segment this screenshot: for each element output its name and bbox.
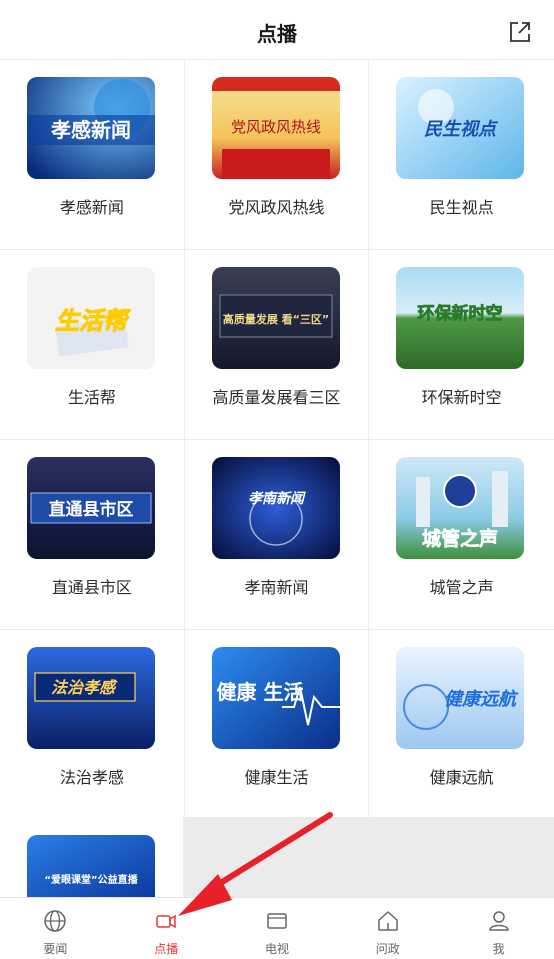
program-thumbnail: 党风政风热线 [211, 77, 340, 179]
program-thumbnail: “爱眼课堂”公益直播 [27, 835, 155, 897]
program-thumbnail: 健康 生活 [211, 647, 340, 749]
program-thumbnail: 孝南新闻 [211, 457, 340, 559]
share-external-icon[interactable] [508, 20, 532, 44]
tv-icon [267, 913, 287, 929]
svg-text:孝南新闻: 孝南新闻 [248, 490, 306, 507]
svg-text:城管之声: 城管之声 [422, 527, 498, 550]
program-thumbnail: 孝感新闻 [27, 77, 155, 179]
svg-text:高质量发展 看“三区”: 高质量发展 看“三区” [223, 312, 329, 326]
program-card-eye-class[interactable]: “爱眼课堂”公益直播 [0, 817, 184, 897]
globe-icon [44, 910, 67, 932]
svg-text:生活帮: 生活帮 [55, 307, 131, 335]
program-label: 生活帮 [67, 388, 116, 407]
video-camera-icon [156, 914, 176, 929]
program-label: 健康生活 [244, 768, 309, 787]
svg-text:民生视点: 民生视点 [424, 119, 499, 140]
home-icon [378, 911, 398, 931]
svg-text:法治孝感: 法治孝感 [51, 678, 118, 697]
svg-text:健康 生活: 健康 生活 [216, 680, 303, 704]
program-label: 法治孝感 [59, 768, 124, 787]
tab-label: 电视 [264, 942, 289, 956]
program-label: 孝感新闻 [59, 198, 124, 217]
program-card-county-direct[interactable]: 直通县市区 直通县市区 [0, 440, 185, 629]
svg-text:孝感新闻: 孝感新闻 [50, 118, 131, 142]
program-card-life-help[interactable]: 生活帮 生活帮 [0, 250, 185, 439]
program-card-environment[interactable]: 环保新时空 环保新时空 [369, 250, 554, 439]
tab-inquiry[interactable]: 问政 [332, 898, 443, 959]
svg-text:“爱眼课堂”公益直播: “爱眼课堂”公益直播 [44, 873, 138, 886]
program-label: 环保新时空 [421, 388, 502, 407]
svg-text:环保新时空: 环保新时空 [418, 303, 503, 324]
program-row: 生活帮 生活帮 高质量发展 看“三区” 高质量发展看三区 环保新时空 环保新时空 [0, 250, 554, 440]
tab-vod[interactable]: 点播 [111, 898, 222, 959]
program-grid: 孝感新闻 孝感新闻 党风政风热线 党风政风热线 民生视点 民生视点 生活帮 生活… [0, 60, 554, 820]
svg-text:健康远航: 健康远航 [444, 689, 519, 710]
program-label: 孝南新闻 [244, 578, 309, 597]
program-thumbnail: 健康远航 [396, 647, 525, 749]
program-card-urban-management[interactable]: 城管之声 城管之声 [369, 440, 554, 629]
page-title: 点播 [257, 22, 297, 46]
program-label: 健康远航 [429, 768, 494, 787]
program-row-partial: “爱眼课堂”公益直播 [0, 817, 554, 897]
program-card-health-voyage[interactable]: 健康远航 健康远航 [369, 630, 554, 819]
program-card-xiaonan-news[interactable]: 孝南新闻 孝南新闻 [184, 440, 370, 629]
svg-text:直通县市区: 直通县市区 [49, 499, 134, 520]
program-label: 民生视点 [429, 198, 494, 217]
bottom-tab-bar: 要闻 点播 电视 问政 我 [0, 897, 554, 959]
program-thumbnail: 环保新时空 [396, 267, 525, 369]
user-icon [488, 911, 509, 931]
program-label: 城管之声 [429, 578, 494, 597]
program-row: 孝感新闻 孝感新闻 党风政风热线 党风政风热线 民生视点 民生视点 [0, 60, 554, 250]
program-thumbnail: 民生视点 [396, 77, 525, 179]
program-card-minsheng[interactable]: 民生视点 民生视点 [369, 60, 554, 249]
tab-label: 点播 [154, 942, 179, 956]
program-thumbnail: 生活帮 [27, 267, 155, 369]
program-thumbnail: 法治孝感 [27, 647, 155, 749]
program-card-legal-xiaogan[interactable]: 法治孝感 法治孝感 [0, 630, 185, 819]
top-bar: 点播 [0, 0, 554, 60]
program-thumbnail: 城管之声 [396, 457, 525, 559]
program-card-quality-development[interactable]: 高质量发展 看“三区” 高质量发展看三区 [184, 250, 370, 439]
program-row: 直通县市区 直通县市区 孝南新闻 孝南新闻 城管之声 城管之声 [0, 440, 554, 630]
tab-me[interactable]: 我 [443, 898, 554, 959]
program-thumbnail: 直通县市区 [27, 457, 155, 559]
program-label: 党风政风热线 [228, 198, 325, 217]
tab-label: 问政 [375, 942, 400, 956]
program-label: 直通县市区 [51, 578, 132, 597]
tab-label: 我 [492, 942, 505, 956]
tab-tv[interactable]: 电视 [222, 898, 333, 959]
tab-label: 要闻 [43, 942, 68, 956]
program-card-healthy-life[interactable]: 健康 生活 健康生活 [184, 630, 370, 819]
program-card-xiaogan-news[interactable]: 孝感新闻 孝感新闻 [0, 60, 185, 249]
program-row: 法治孝感 法治孝感 健康 生活 健康生活 健康远航 健康远航 [0, 630, 554, 820]
program-card-party-hotline[interactable]: 党风政风热线 党风政风热线 [184, 60, 370, 249]
tab-news[interactable]: 要闻 [0, 898, 111, 959]
svg-text:党风政风热线: 党风政风热线 [231, 118, 321, 136]
program-label: 高质量发展看三区 [212, 388, 341, 407]
program-thumbnail: 高质量发展 看“三区” [211, 267, 340, 369]
